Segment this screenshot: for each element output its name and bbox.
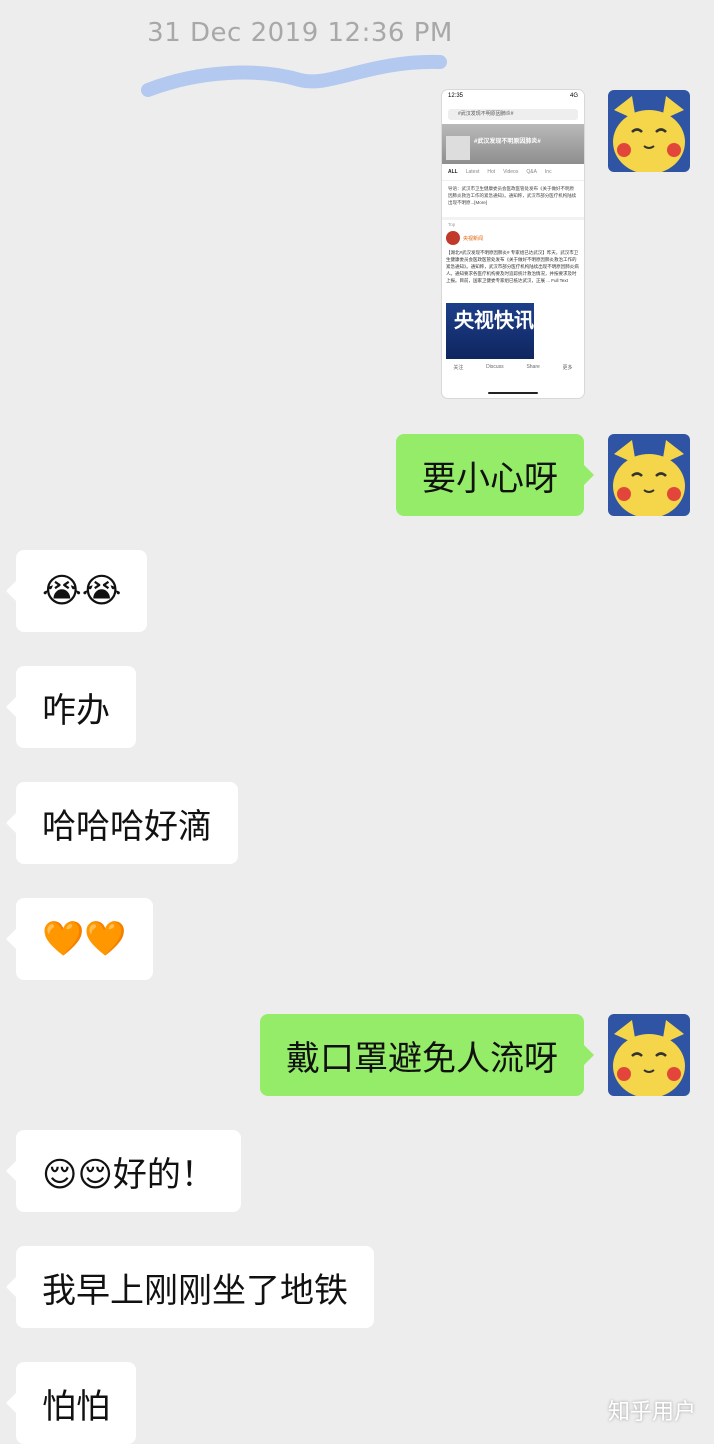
thumb-tab: Hot xyxy=(487,169,496,175)
thumb-action: Share xyxy=(526,364,540,370)
thumb-top-label: Top xyxy=(448,222,456,227)
thumb-action: 关注 xyxy=(453,365,464,371)
message-bubble-received[interactable]: 😌😌好的！ xyxy=(6,1130,241,1212)
thumb-post-text: 【湖北#武汉发现不明原因肺炎# 专家组已达武汉】昨天，武汉市卫生健康委员会医政医… xyxy=(446,250,579,283)
thumb-tab: Latest xyxy=(465,169,480,175)
shared-screenshot-image[interactable]: 12:35 4G #武汉发现不明原因肺炎# #武汉发现不明原因肺炎# ALL L… xyxy=(442,90,584,398)
thumb-topic-banner: #武汉发现不明原因肺炎# xyxy=(442,124,584,164)
message-bubble-sent[interactable]: 戴口罩避免人流呀 xyxy=(260,1014,594,1096)
thumb-banner-title: #武汉发现不明原因肺炎# xyxy=(474,139,541,145)
pikachu-avatar-icon xyxy=(608,90,690,172)
thumb-tab: Videos xyxy=(503,169,519,175)
message-bubble-sent[interactable]: 要小心呀 xyxy=(396,434,594,516)
thumb-action: Discuss xyxy=(486,364,504,370)
thumb-tabs: ALL Latest Hot Videos Q&A Inc xyxy=(442,164,584,181)
self-avatar[interactable] xyxy=(608,434,690,516)
thumb-home-indicator xyxy=(488,392,538,394)
message-bubble-received[interactable]: 我早上刚刚坐了地铁 xyxy=(6,1246,374,1328)
thumb-signal: 4G xyxy=(569,93,578,99)
self-avatar[interactable] xyxy=(608,90,690,172)
thumb-tab: ALL xyxy=(448,169,458,175)
redaction-scribble xyxy=(141,54,447,97)
message-bubble-received[interactable]: 怕怕 xyxy=(6,1362,136,1444)
message-bubble-received[interactable]: 😭😭 xyxy=(5,550,148,632)
chat-timestamp: 31 Dec 2019 12:36 PM xyxy=(147,18,453,48)
message-bubble-received[interactable]: 哈哈哈好滴 xyxy=(6,782,238,864)
pikachu-avatar-icon xyxy=(608,434,690,516)
thumb-tab: Q&A xyxy=(526,169,537,175)
thumb-action: 更多 xyxy=(562,365,573,371)
zhihu-watermark: 知乎用户 xyxy=(607,1400,696,1425)
thumb-banner-image xyxy=(446,136,470,160)
thumb-actions: 关注 Discuss Share 更多 xyxy=(442,361,584,371)
thumb-post-avatar xyxy=(446,231,460,245)
thumb-time: 12:35 xyxy=(448,93,464,99)
thumb-search-bar: #武汉发现不明原因肺炎# xyxy=(448,109,578,120)
message-bubble-received[interactable]: 咋办 xyxy=(6,666,136,748)
thumb-lead-text: 导语：武汉市卫生健康委员会医政医管处发布《关于做好不明原因肺炎救治工作的紧急通知… xyxy=(442,181,584,220)
thumb-video-preview: 央视快讯 xyxy=(446,303,534,359)
thumb-post-author: 央视新闻 xyxy=(463,235,484,242)
self-avatar[interactable] xyxy=(608,1014,690,1096)
message-bubble-received[interactable]: 🧡🧡 xyxy=(6,898,153,980)
pikachu-avatar-icon xyxy=(608,1014,690,1096)
thumb-tab: Inc xyxy=(544,169,552,175)
